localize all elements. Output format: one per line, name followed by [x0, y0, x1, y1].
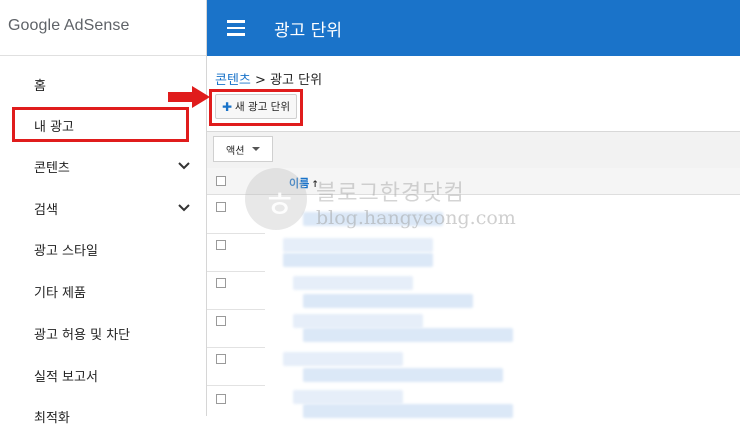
redacted-cell — [293, 390, 403, 404]
watermark-text: 블로그한경닷컴 — [316, 181, 465, 206]
sidebar-item-content[interactable]: 콘텐츠 — [0, 148, 206, 184]
new-ad-unit-label: 새 광고 단위 — [235, 101, 291, 113]
sidebar-item-label: 홈 — [34, 78, 46, 94]
watermark-glyph: ㅎ — [263, 185, 297, 226]
sidebar-item-label: 최적화 — [34, 410, 70, 426]
app-logo[interactable]: Google AdSense — [8, 17, 130, 35]
sidebar-item-ad-style[interactable]: 광고 스타일 — [0, 231, 206, 267]
menu-icon[interactable] — [227, 20, 245, 36]
action-dropdown[interactable]: 액션 — [213, 136, 273, 162]
sidebar-item-search[interactable]: 검색 — [0, 190, 206, 226]
panel-divider — [207, 131, 740, 132]
page-title: 광고 단위 — [274, 21, 342, 41]
sidebar-item-label: 콘텐츠 — [34, 160, 70, 176]
sidebar-item-optimization[interactable]: 최적화 — [0, 398, 206, 434]
row-checkbox[interactable] — [216, 354, 226, 364]
table-row — [207, 385, 265, 423]
breadcrumb-separator: > — [255, 73, 266, 88]
action-label: 액션 — [226, 145, 245, 157]
redacted-cell — [283, 352, 403, 366]
row-checkbox[interactable] — [216, 202, 226, 212]
sidebar-item-label: 광고 스타일 — [34, 243, 98, 259]
row-checkbox[interactable] — [216, 278, 226, 288]
highlight-box-my-ads — [12, 107, 189, 142]
redacted-cell — [303, 328, 513, 342]
table-row — [207, 271, 265, 310]
sidebar-item-allow-block[interactable]: 광고 허용 및 차단 — [0, 315, 206, 351]
sidebar-item-label: 검색 — [34, 202, 58, 218]
arrow-right-icon — [168, 86, 210, 108]
sidebar-item-reports[interactable]: 실적 보고서 — [0, 357, 206, 393]
plus-icon: ✚ — [221, 99, 233, 114]
row-checkbox[interactable] — [216, 316, 226, 326]
table-row — [207, 309, 265, 348]
sidebar-item-label: 광고 허용 및 차단 — [34, 327, 131, 343]
watermark-url: blog.hangyeong.com — [316, 207, 516, 229]
breadcrumb-link-content[interactable]: 콘텐츠 — [215, 73, 251, 88]
table-row — [207, 347, 265, 386]
row-checkbox[interactable] — [216, 394, 226, 404]
table-row — [207, 233, 265, 272]
sidebar-item-other-products[interactable]: 기타 제품 — [0, 273, 206, 309]
redacted-cell — [303, 368, 503, 382]
row-checkbox[interactable] — [216, 240, 226, 250]
watermark-logo: ㅎ — [245, 168, 307, 230]
sidebar-item-label: 실적 보고서 — [34, 369, 98, 385]
select-all-checkbox[interactable] — [216, 176, 226, 186]
caret-down-icon — [252, 147, 261, 151]
chevron-down-icon[interactable] — [177, 160, 191, 172]
redacted-cell — [303, 294, 473, 308]
sidebar: Google AdSense 홈 내 광고 콘텐츠 검색 광고 스타일 기타 제… — [0, 0, 207, 426]
breadcrumb-current: 광고 단위 — [270, 73, 323, 88]
redacted-cell — [293, 314, 423, 328]
breadcrumb: 콘텐츠 > 광고 단위 — [215, 69, 322, 88]
sidebar-item-label: 기타 제품 — [34, 285, 86, 301]
redacted-cell — [293, 276, 413, 290]
redacted-cell — [283, 253, 433, 267]
logo-divider — [0, 55, 206, 56]
chevron-down-icon[interactable] — [177, 202, 191, 214]
new-ad-unit-button[interactable]: ✚ 새 광고 단위 — [215, 94, 297, 119]
top-app-bar: 광고 단위 — [207, 0, 740, 56]
redacted-cell — [283, 238, 433, 252]
